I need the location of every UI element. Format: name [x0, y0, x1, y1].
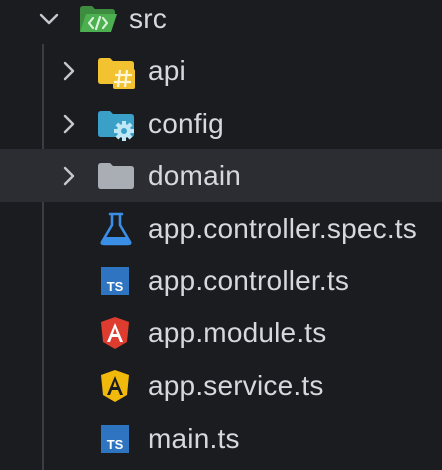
- tree-item-label: app.module.ts: [148, 316, 327, 348]
- tree-item-app-controller[interactable]: TS app.controller.ts: [0, 254, 442, 307]
- tree-item-label: app.controller.spec.ts: [148, 212, 417, 244]
- file-explorer-tree: src api config domain app.controller.spe…: [0, 0, 442, 470]
- tree-item-domain[interactable]: domain: [0, 149, 442, 202]
- folder-src-open-icon: [80, 5, 117, 32]
- tree-item-app-service[interactable]: app.service.ts: [0, 359, 442, 412]
- tree-item-label: config: [148, 107, 224, 139]
- tree-item-config[interactable]: config: [0, 97, 442, 150]
- angular-module-icon: [101, 316, 129, 349]
- folder-api-icon: [98, 57, 135, 89]
- tree-item-app-module[interactable]: app.module.ts: [0, 306, 442, 359]
- tree-item-src[interactable]: src: [0, 0, 442, 45]
- test-flask-icon: [100, 212, 132, 245]
- svg-text:TS: TS: [107, 279, 124, 294]
- tree-item-label: src: [129, 2, 167, 34]
- chevron-down-icon[interactable]: [38, 8, 60, 30]
- tree-item-app-controller-spec[interactable]: app.controller.spec.ts: [0, 202, 442, 255]
- chevron-right-icon[interactable]: [58, 60, 80, 82]
- tree-item-label: api: [148, 54, 186, 86]
- tree-item-main[interactable]: TS main.ts: [0, 412, 442, 465]
- chevron-right-icon[interactable]: [58, 113, 80, 135]
- tree-item-label: main.ts: [148, 422, 240, 454]
- folder-config-icon: [98, 110, 134, 141]
- tree-item-label: app.service.ts: [148, 369, 324, 401]
- tree-item-api[interactable]: api: [0, 44, 442, 97]
- angular-service-icon: [101, 369, 129, 402]
- chevron-right-icon[interactable]: [58, 165, 80, 187]
- folder-icon: [98, 162, 134, 189]
- typescript-icon: TS: [101, 266, 129, 295]
- tree-item-label: domain: [148, 159, 242, 191]
- typescript-icon: TS: [101, 424, 129, 453]
- tree-item-label: app.controller.ts: [148, 264, 350, 296]
- svg-text:TS: TS: [107, 437, 124, 452]
